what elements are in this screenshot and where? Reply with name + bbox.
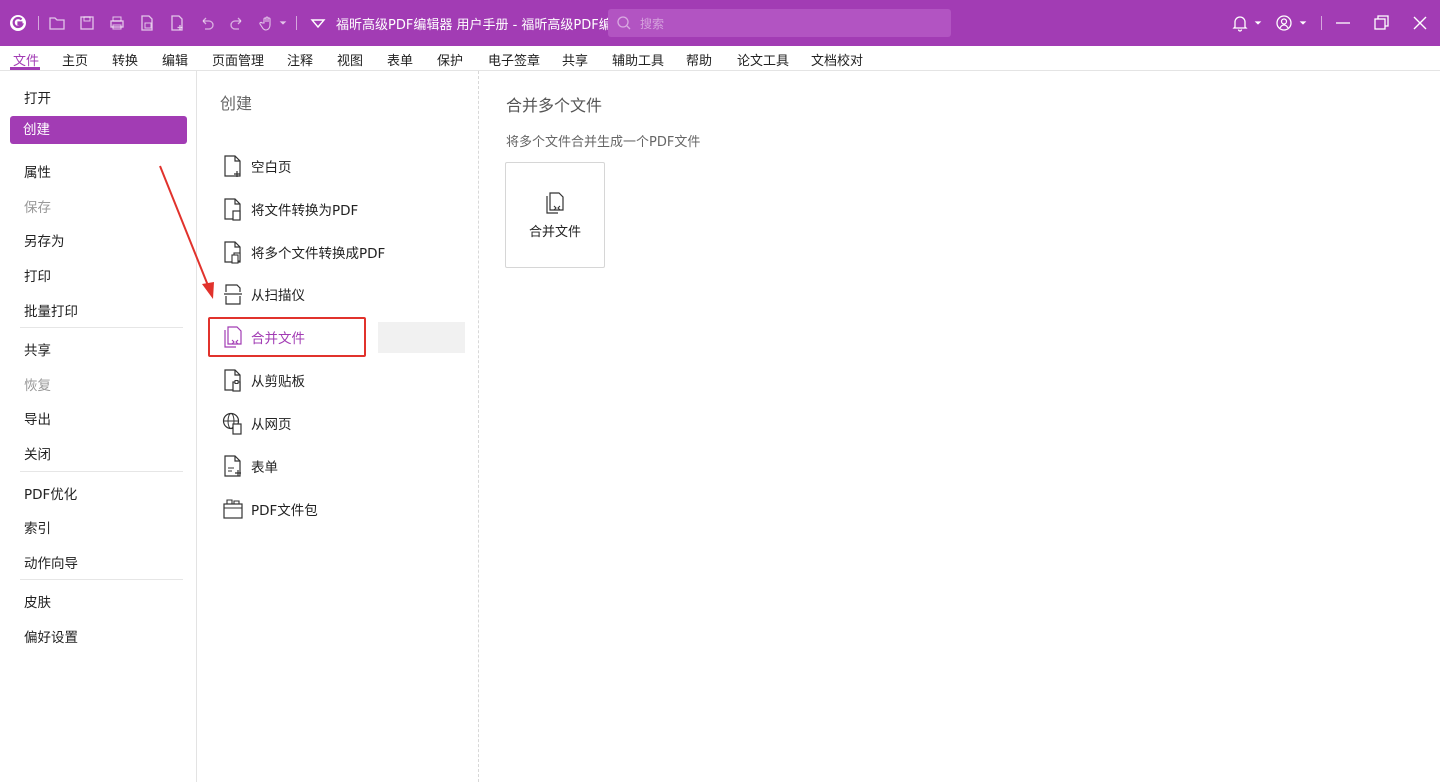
hand-tool-dropdown-icon[interactable] — [277, 13, 289, 33]
document-properties-icon[interactable] — [137, 13, 157, 33]
create-convert-file[interactable]: 将文件转换为PDF — [222, 194, 358, 224]
redo-icon[interactable] — [227, 13, 247, 33]
nav-properties[interactable]: 属性 — [24, 161, 51, 181]
create-from-scanner[interactable]: 从扫描仪 — [222, 279, 305, 309]
menu-comment[interactable]: 注释 — [287, 50, 313, 69]
convert-file-icon — [224, 198, 241, 221]
toolbar-separator — [38, 16, 39, 30]
nav-share[interactable]: 共享 — [24, 339, 51, 359]
hover-highlight — [378, 322, 465, 353]
nav-print[interactable]: 打印 — [24, 265, 51, 285]
combine-files-detail: 合并多个文件 将多个文件合并生成一个PDF文件 合并文件 — [480, 71, 1440, 782]
create-options-panel: 创建 空白页 将文件转换为PDF 将多个文件转换成PDF 从扫描仪 合并文件 从… — [198, 71, 479, 782]
nav-create[interactable]: 创建 — [10, 116, 187, 144]
convert-multiple-icon — [224, 241, 241, 264]
menu-share[interactable]: 共享 — [562, 50, 588, 69]
create-pdf-portfolio[interactable]: PDF文件包 — [222, 494, 318, 524]
nav-open[interactable]: 打开 — [24, 87, 51, 107]
menu-convert[interactable]: 转换 — [112, 50, 138, 69]
menu-page-management[interactable]: 页面管理 — [212, 50, 264, 69]
detail-description: 将多个文件合并生成一个PDF文件 — [506, 135, 701, 150]
active-menu-indicator — [10, 67, 40, 70]
menu-document-proofread[interactable]: 文档校对 — [811, 50, 863, 69]
menu-view[interactable]: 视图 — [337, 50, 363, 69]
save-icon[interactable] — [77, 13, 97, 33]
account-icon[interactable] — [1274, 13, 1294, 33]
menu-form[interactable]: 表单 — [387, 50, 413, 69]
blank-page-icon — [224, 155, 241, 177]
customize-toolbar-icon[interactable] — [308, 13, 328, 33]
detail-title: 合并多个文件 — [506, 96, 603, 115]
create-convert-file-label: 将文件转换为PDF — [251, 203, 359, 219]
nav-pdf-optimize[interactable]: PDF优化 — [24, 483, 77, 503]
nav-save[interactable]: 保存 — [24, 196, 51, 216]
create-from-scanner-label: 从扫描仪 — [251, 288, 305, 304]
search-placeholder: 搜索 — [640, 16, 665, 31]
title-bar: 福昕高级PDF编辑器 用户手册 - 福昕高级PDF编辑... 搜索 — [0, 0, 1440, 46]
menu-bar: 文件 主页 转换 编辑 页面管理 注释 视图 表单 保护 电子签章 共享 辅助工… — [0, 46, 1440, 71]
annotation-highlight-box — [208, 317, 366, 357]
create-pdf-portfolio-label: PDF文件包 — [251, 503, 318, 519]
nav-save-as[interactable]: 另存为 — [24, 230, 65, 250]
search-icon — [617, 16, 631, 30]
nav-preferences[interactable]: 偏好设置 — [24, 626, 78, 646]
minimize-icon[interactable] — [1333, 13, 1353, 33]
combine-files-card-button[interactable]: 合并文件 — [505, 162, 605, 268]
combine-files-icon — [546, 191, 564, 214]
nav-index[interactable]: 索引 — [24, 517, 51, 537]
webpage-globe-icon — [222, 412, 242, 435]
nav-skin[interactable]: 皮肤 — [24, 591, 51, 611]
create-blank-page-label: 空白页 — [251, 160, 292, 176]
app-logo-icon[interactable] — [8, 13, 28, 33]
create-form[interactable]: 表单 — [222, 451, 278, 481]
menu-thesis-tools[interactable]: 论文工具 — [737, 50, 789, 69]
toolbar-separator — [296, 16, 297, 30]
restore-window-icon[interactable] — [1371, 13, 1391, 33]
nav-export[interactable]: 导出 — [24, 408, 51, 428]
notification-dropdown-icon[interactable] — [1252, 13, 1264, 33]
create-panel-heading: 创建 — [220, 94, 253, 113]
close-window-icon[interactable] — [1410, 13, 1430, 33]
toolbar-separator — [1321, 16, 1322, 30]
portfolio-icon — [223, 499, 243, 519]
create-from-clipboard[interactable]: 从剪贴板 — [222, 365, 305, 395]
nav-divider — [20, 327, 183, 328]
notification-bell-icon[interactable] — [1230, 13, 1250, 33]
create-form-label: 表单 — [251, 460, 278, 476]
form-icon — [224, 455, 241, 477]
create-from-webpage-label: 从网页 — [251, 417, 292, 433]
clipboard-icon — [224, 369, 241, 392]
open-folder-icon[interactable] — [47, 13, 67, 33]
account-dropdown-icon[interactable] — [1297, 13, 1309, 33]
print-icon[interactable] — [107, 13, 127, 33]
scanner-icon — [224, 284, 242, 305]
file-backstage-nav: 打开 创建 属性 保存 另存为 打印 批量打印 共享 恢复 导出 关闭 PDF优… — [0, 71, 197, 782]
menu-protect[interactable]: 保护 — [437, 50, 463, 69]
nav-divider — [20, 471, 183, 472]
menu-accessibility[interactable]: 辅助工具 — [612, 50, 664, 69]
create-convert-multiple-label: 将多个文件转换成PDF — [251, 246, 386, 262]
menu-e-signature[interactable]: 电子签章 — [488, 50, 540, 69]
hand-tool-icon[interactable] — [257, 13, 277, 33]
nav-action-wizard[interactable]: 动作向导 — [24, 552, 78, 572]
menu-home[interactable]: 主页 — [62, 50, 88, 69]
menu-edit[interactable]: 编辑 — [162, 50, 188, 69]
new-document-icon[interactable] — [167, 13, 187, 33]
nav-divider — [20, 579, 183, 580]
create-blank-page[interactable]: 空白页 — [222, 151, 292, 181]
document-title: 福昕高级PDF编辑器 用户手册 - 福昕高级PDF编辑... — [336, 18, 638, 33]
undo-icon[interactable] — [197, 13, 217, 33]
nav-restore[interactable]: 恢复 — [24, 374, 51, 394]
menu-help[interactable]: 帮助 — [686, 50, 712, 69]
create-from-clipboard-label: 从剪贴板 — [251, 374, 305, 390]
combine-files-card-label: 合并文件 — [528, 224, 581, 240]
nav-close[interactable]: 关闭 — [24, 443, 51, 463]
create-from-webpage[interactable]: 从网页 — [222, 408, 292, 438]
search-box[interactable]: 搜索 — [608, 9, 951, 37]
create-convert-multiple[interactable]: 将多个文件转换成PDF — [222, 237, 385, 267]
nav-batch-print[interactable]: 批量打印 — [24, 300, 78, 320]
